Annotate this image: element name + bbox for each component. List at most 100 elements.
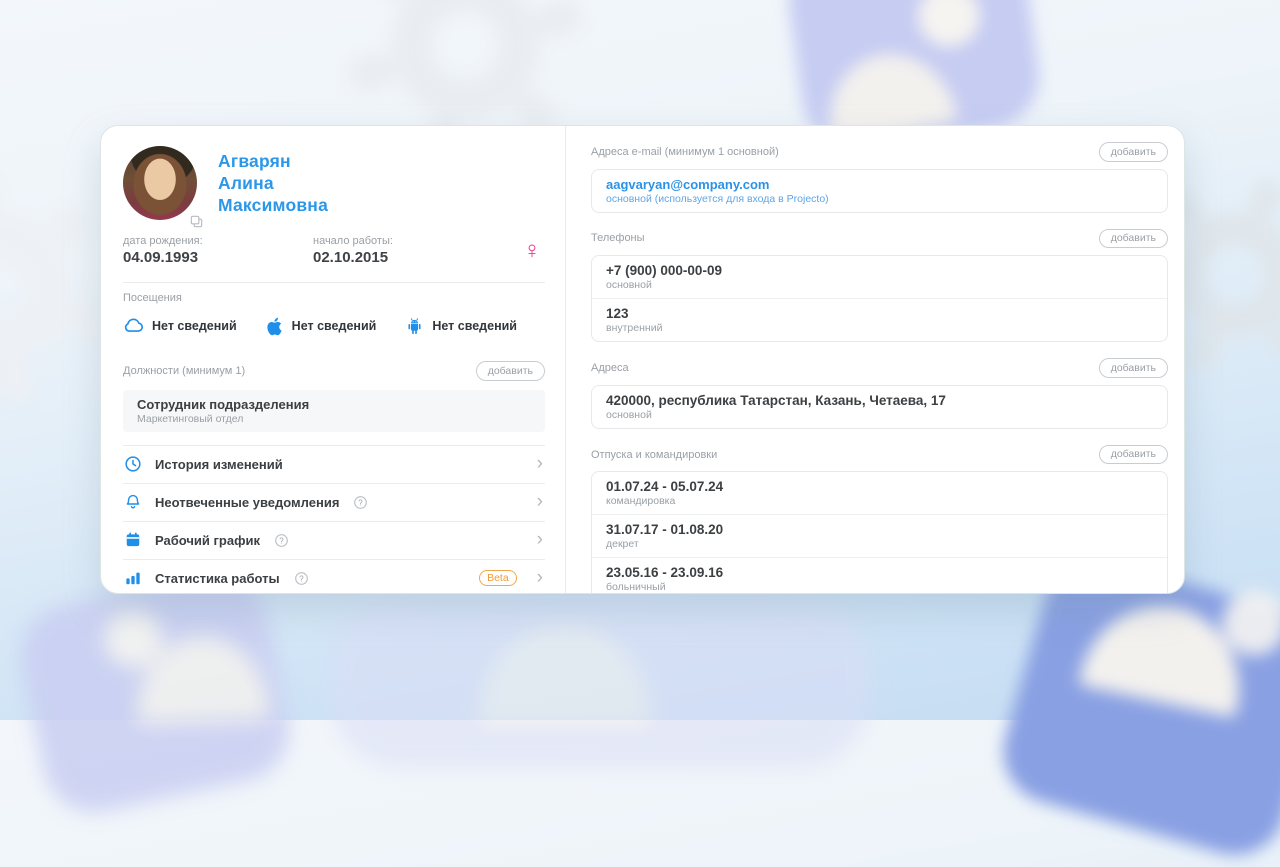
- vacation-item[interactable]: 01.07.24 - 05.07.24 командировка: [592, 472, 1167, 514]
- profile-header: Агварян Алина Максимовна: [123, 146, 545, 220]
- vacations-header: Отпуска и командировки добавить: [591, 445, 1168, 465]
- help-icon[interactable]: ?: [294, 571, 309, 586]
- clock-icon: [123, 454, 143, 474]
- svg-text:?: ?: [279, 536, 284, 545]
- menu-item-notifications[interactable]: Неотвеченные уведомления ? ›: [123, 484, 545, 522]
- dates-row: дата рождения: 04.09.1993 начало работы:…: [123, 235, 545, 266]
- divider: [123, 282, 545, 283]
- name-line: Максимовна: [218, 194, 328, 216]
- birth-date-block: дата рождения: 04.09.1993: [123, 235, 313, 266]
- female-gender-icon: ♀: [523, 239, 545, 263]
- phone-item[interactable]: +7 (900) 000-00-09 основной: [592, 256, 1167, 298]
- email-note: основной (используется для входа в Proje…: [606, 193, 1153, 205]
- emails-box: aagvaryan@company.com основной (использу…: [591, 169, 1168, 213]
- bell-icon: [123, 492, 143, 512]
- employee-card: Агварян Алина Максимовна дата рождения: …: [100, 125, 1185, 594]
- employee-name: Агварян Алина Максимовна: [218, 150, 328, 220]
- android-icon: [404, 316, 425, 337]
- help-icon[interactable]: ?: [274, 533, 289, 548]
- svg-text:?: ?: [359, 498, 364, 507]
- vacation-dates: 23.05.16 - 23.09.16: [606, 565, 1153, 580]
- address-value: 420000, республика Татарстан, Казань, Че…: [606, 393, 1153, 408]
- chevron-right-icon: ›: [537, 568, 545, 587]
- menu-item-label: Неотвеченные уведомления: [155, 495, 339, 510]
- addresses-label: Адреса: [591, 362, 629, 374]
- position-title: Сотрудник подразделения: [137, 397, 531, 412]
- addresses-section: Адреса добавить 420000, республика Татар…: [591, 358, 1168, 429]
- position-department: Маркетинговый отдел: [137, 413, 531, 425]
- calendar-icon: [123, 530, 143, 550]
- start-date-value: 02.10.2015: [313, 249, 503, 266]
- positions-header: Должности (минимум 1) добавить: [123, 361, 545, 381]
- vacation-type: командировка: [606, 495, 1153, 507]
- phones-section: Телефоны добавить +7 (900) 000-00-09 осн…: [591, 229, 1168, 343]
- stats-icon: [123, 568, 143, 588]
- visits-row: Нет сведений Нет сведений: [123, 315, 545, 337]
- visit-status: Нет сведений: [432, 319, 517, 333]
- cloud-icon: [123, 315, 145, 337]
- vacations-label: Отпуска и командировки: [591, 449, 717, 461]
- employee-summary-column: Агварян Алина Максимовна дата рождения: …: [101, 126, 565, 593]
- emails-label: Адреса e-mail (минимум 1 основной): [591, 146, 779, 158]
- bg-person-badge-bottom-left: [11, 564, 299, 821]
- left-menu: История изменений › Неотвеченные уведомл…: [123, 445, 545, 594]
- phone-value: +7 (900) 000-00-09: [606, 263, 1153, 278]
- visit-status: Нет сведений: [292, 319, 377, 333]
- add-position-button[interactable]: добавить: [476, 361, 545, 381]
- birth-date-value: 04.09.1993: [123, 249, 313, 266]
- phone-item[interactable]: 123 внутренний: [592, 298, 1167, 341]
- phone-note: внутренний: [606, 322, 1153, 334]
- add-address-button[interactable]: добавить: [1099, 358, 1168, 378]
- address-note: основной: [606, 409, 1153, 421]
- vacation-type: больничный: [606, 581, 1153, 593]
- vacation-type: декрет: [606, 538, 1153, 550]
- contacts-column: Адреса e-mail (минимум 1 основной) добав…: [566, 126, 1184, 593]
- start-date-label: начало работы:: [313, 235, 503, 247]
- vacation-item[interactable]: 31.07.17 - 01.08.20 декрет: [592, 514, 1167, 557]
- bg-person-badge-bottom-center: [330, 598, 870, 768]
- chevron-right-icon: ›: [537, 530, 545, 549]
- menu-item-schedule[interactable]: Рабочий график ? ›: [123, 522, 545, 560]
- menu-item-work-stats[interactable]: Статистика работы ? Beta ›: [123, 560, 545, 594]
- add-vacation-button[interactable]: добавить: [1099, 445, 1168, 465]
- name-line: Алина: [218, 172, 328, 194]
- vacation-item[interactable]: 23.05.16 - 23.09.16 больничный: [592, 557, 1167, 594]
- name-line: Агварян: [218, 150, 328, 172]
- email-value[interactable]: aagvaryan@company.com: [606, 177, 1153, 192]
- address-item[interactable]: 420000, республика Татарстан, Казань, Че…: [592, 386, 1167, 428]
- menu-item-history[interactable]: История изменений ›: [123, 446, 545, 484]
- position-item[interactable]: Сотрудник подразделения Маркетинговый от…: [123, 390, 545, 432]
- addresses-box: 420000, республика Татарстан, Казань, Че…: [591, 385, 1168, 429]
- bg-gear-left: [0, 175, 110, 405]
- emails-section: Адреса e-mail (минимум 1 основной) добав…: [591, 142, 1168, 213]
- start-date-block: начало работы: 02.10.2015: [313, 235, 503, 266]
- bg-person-badge-bottom-right: [991, 547, 1280, 867]
- svg-text:?: ?: [299, 574, 304, 583]
- visits-label: Посещения: [123, 292, 545, 304]
- help-icon[interactable]: ?: [353, 495, 368, 510]
- chevron-right-icon: ›: [537, 492, 545, 511]
- copy-icon[interactable]: [189, 214, 204, 229]
- add-email-button[interactable]: добавить: [1099, 142, 1168, 162]
- vacation-dates: 01.07.24 - 05.07.24: [606, 479, 1153, 494]
- menu-item-label: Статистика работы: [155, 571, 280, 586]
- add-phone-button[interactable]: добавить: [1099, 229, 1168, 249]
- vacations-section: Отпуска и командировки добавить 01.07.24…: [591, 445, 1168, 594]
- addresses-header: Адреса добавить: [591, 358, 1168, 378]
- menu-item-label: Рабочий график: [155, 533, 260, 548]
- phones-box: +7 (900) 000-00-09 основной 123 внутренн…: [591, 255, 1168, 342]
- menu-item-label: История изменений: [155, 457, 283, 472]
- vacation-dates: 31.07.17 - 01.08.20: [606, 522, 1153, 537]
- visit-status: Нет сведений: [152, 319, 237, 333]
- phones-header: Телефоны добавить: [591, 229, 1168, 249]
- phone-value: 123: [606, 306, 1153, 321]
- email-item[interactable]: aagvaryan@company.com основной (использу…: [592, 170, 1167, 212]
- chevron-right-icon: ›: [537, 454, 545, 473]
- positions-label: Должности (минимум 1): [123, 365, 245, 377]
- emails-header: Адреса e-mail (минимум 1 основной) добав…: [591, 142, 1168, 162]
- avatar[interactable]: [123, 146, 197, 220]
- phones-label: Телефоны: [591, 232, 645, 244]
- birth-date-label: дата рождения:: [123, 235, 313, 247]
- vacations-box: 01.07.24 - 05.07.24 командировка 31.07.1…: [591, 471, 1168, 594]
- apple-icon: [264, 316, 285, 337]
